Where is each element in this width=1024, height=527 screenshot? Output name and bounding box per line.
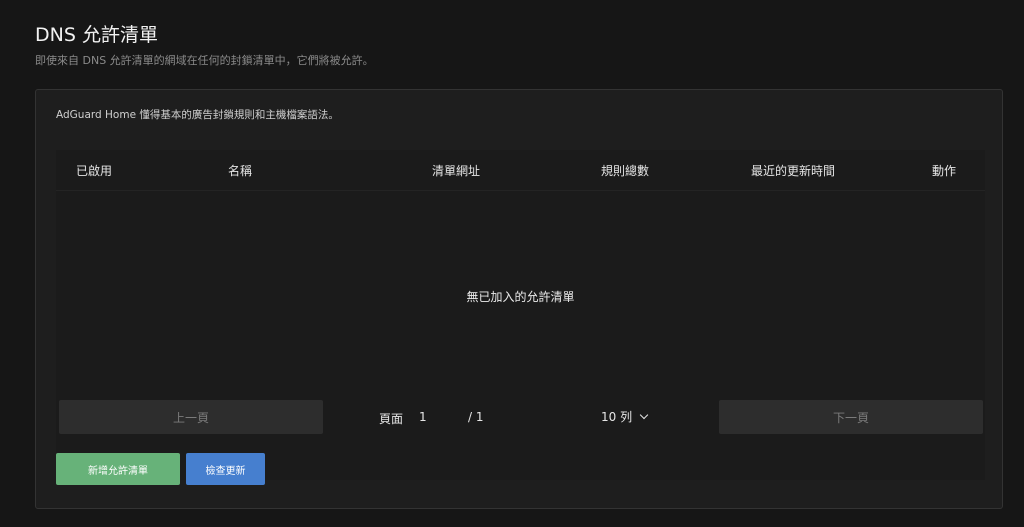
page-subtitle: 即使來自 DNS 允許清單的網域在任何的封鎖清單中，它們將被允許。 (35, 54, 374, 67)
empty-state-message: 無已加入的允許清單 (466, 290, 575, 304)
card-description: AdGuard Home 懂得基本的廣告封鎖規則和主機檔案語法。 (56, 109, 339, 121)
column-header-name[interactable]: 名稱 (228, 162, 252, 179)
pagination: 上一頁 頁面 / 1 10 列 下一頁 (56, 400, 985, 434)
allowlist-card: AdGuard Home 懂得基本的廣告封鎖規則和主機檔案語法。 已啟用 名稱 … (35, 89, 1003, 509)
total-pages: / 1 (468, 410, 484, 424)
column-header-actions: 動作 (932, 164, 957, 178)
check-updates-button[interactable]: 檢查更新 (186, 453, 265, 485)
allowlist-table: 已啟用 名稱 清單網址 規則總數 最近的更新時間 動作 無已加入的允許清單 上一… (56, 150, 985, 480)
next-page-button[interactable]: 下一頁 (719, 400, 983, 434)
rows-per-page-select[interactable]: 10 列 (601, 406, 671, 428)
page: DNS 允許清單 即使來自 DNS 允許清單的網域在任何的封鎖清單中，它們將被允… (0, 0, 1024, 527)
chevron-down-icon (639, 410, 649, 420)
column-header-rules-count[interactable]: 規則總數 (601, 162, 649, 179)
rows-per-page-value: 10 列 (601, 410, 633, 424)
page-number-input[interactable] (411, 406, 451, 428)
column-header-enabled[interactable]: 已啟用 (76, 162, 112, 179)
column-header-url[interactable]: 清單網址 (432, 162, 480, 179)
page-label: 頁面 (379, 412, 404, 426)
add-allowlist-button[interactable]: 新增允許清單 (56, 453, 180, 485)
page-title: DNS 允許清單 (35, 24, 158, 46)
table-header: 已啟用 名稱 清單網址 規則總數 最近的更新時間 動作 (56, 150, 985, 191)
previous-page-button[interactable]: 上一頁 (59, 400, 323, 434)
column-header-last-updated[interactable]: 最近的更新時間 (751, 162, 835, 179)
page-header: DNS 允許清單 即使來自 DNS 允許清單的網域在任何的封鎖清單中，它們將被允… (35, 22, 374, 68)
